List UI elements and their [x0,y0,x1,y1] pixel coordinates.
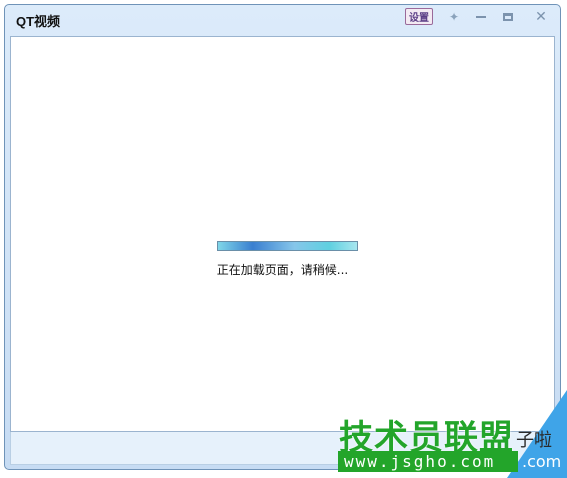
close-button[interactable]: ✕ [528,8,554,25]
title-bar[interactable]: QT视频 设置 ✦ ✕ [5,5,560,35]
maximize-icon [503,12,513,21]
watermark: 技术员联盟 www.jsgho.com 子啦 .com [330,384,567,478]
pin-icon: ✦ [448,9,460,24]
watermark-url: www.jsgho.com [344,452,496,471]
minimize-button[interactable] [470,8,492,25]
settings-button[interactable]: 设置 [405,8,433,25]
minimize-icon [476,15,486,18]
window-title: QT视频 [16,14,61,29]
content-area: 正在加载页面，请稍候... [10,36,555,432]
loading-message: 正在加载页面，请稍候... [216,263,349,277]
progress-fill [218,242,357,250]
maximize-button[interactable] [497,8,519,25]
watermark-overlay-domain: .com [522,452,562,471]
close-icon: ✕ [535,8,547,25]
pin-button[interactable]: ✦ [443,8,465,25]
loading-progress-bar [217,241,358,251]
watermark-overlay-text: 子啦 [516,430,552,451]
